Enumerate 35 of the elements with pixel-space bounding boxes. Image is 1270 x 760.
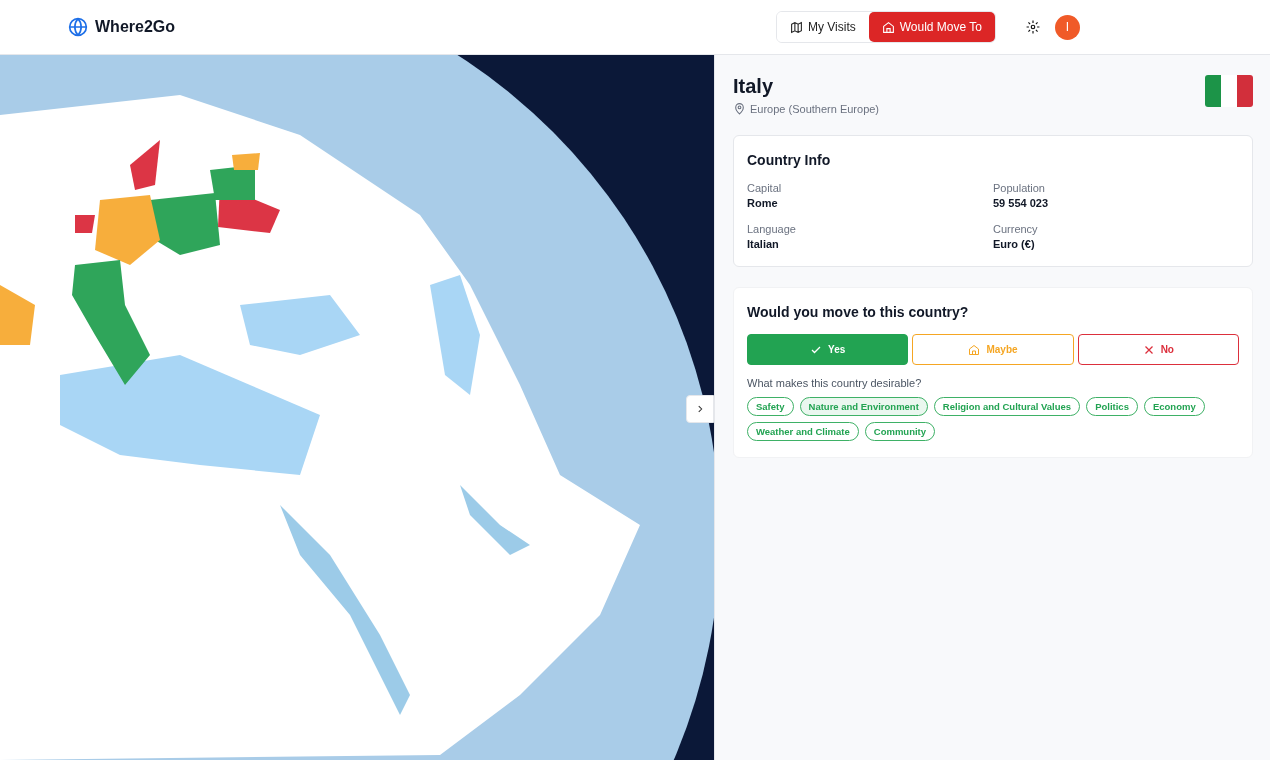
field-label: Population [993, 182, 1046, 194]
map-icon [789, 20, 803, 34]
reason-tag[interactable]: Economy [1143, 397, 1205, 416]
close-icon [1142, 343, 1155, 356]
house-icon [968, 343, 981, 356]
answer-button[interactable]: Yes [747, 334, 909, 365]
card-title: Country Info [747, 152, 832, 168]
flag-icon [1205, 75, 1253, 107]
field-value: Rome [747, 197, 779, 209]
chevron-right-icon [695, 404, 705, 414]
reason-tag[interactable]: Politics [1086, 397, 1138, 416]
field-value: 59 554 023 [993, 197, 1050, 209]
field-value: Euro (€) [993, 238, 1036, 250]
question-prompt: What makes this country desirable? [747, 377, 923, 389]
house-icon [881, 20, 895, 34]
reason-tag[interactable]: Community [864, 422, 936, 441]
globe-icon [68, 17, 88, 37]
reason-tag[interactable]: Weather and Climate [747, 422, 859, 441]
user-avatar[interactable]: I [1055, 14, 1080, 40]
field-value: Italian [747, 238, 780, 250]
reason-tag[interactable]: Religion and Cultural Values [933, 397, 1081, 416]
nav-tab[interactable]: Would Move To [868, 12, 995, 42]
field-label: Currency [993, 223, 1039, 235]
settings-icon[interactable] [1026, 20, 1040, 34]
reason-tag[interactable]: Safety [747, 397, 794, 416]
country-name: Italy [733, 75, 775, 98]
country-region: Europe (Southern Europe) [750, 102, 880, 115]
app-name: Where2Go [95, 18, 175, 36]
reason-tag[interactable]: Nature and Environment [799, 397, 928, 416]
field-label: Language [747, 223, 797, 235]
location-pin-icon [733, 102, 746, 115]
card-title: Would you move to this country? [747, 304, 970, 320]
answer-button[interactable]: Maybe [912, 334, 1074, 365]
answer-button[interactable]: No [1077, 334, 1239, 365]
field-label: Capital [747, 182, 783, 194]
